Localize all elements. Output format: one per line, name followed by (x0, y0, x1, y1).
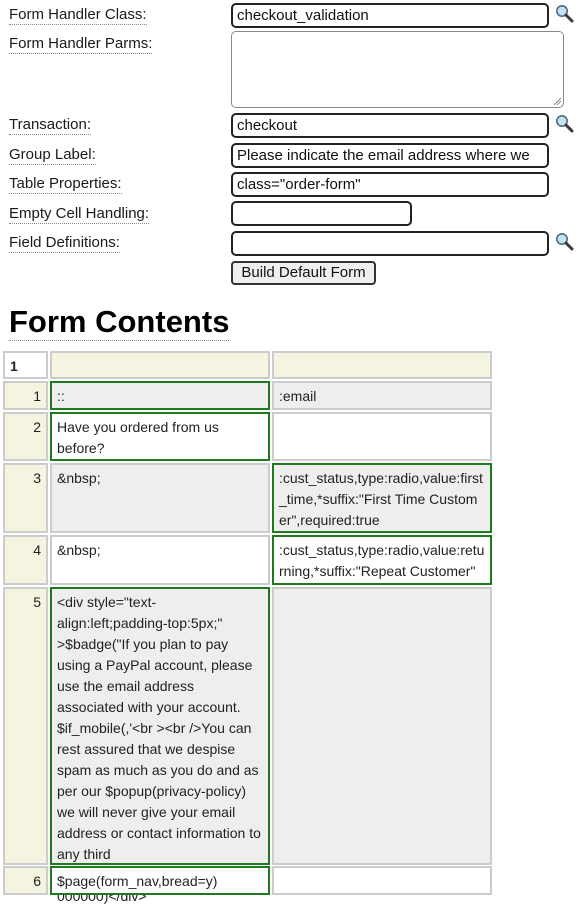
column-header-2[interactable] (272, 351, 492, 379)
row-number: 2 (3, 412, 48, 461)
field-definitions-input[interactable] (231, 231, 549, 256)
table-properties-label: Table Properties: (9, 175, 122, 194)
transaction-label: Transaction: (9, 116, 91, 135)
magnifier-icon[interactable] (555, 114, 574, 133)
table-cell[interactable]: <div style="text-align:left;padding-top:… (50, 587, 270, 904)
build-default-form-button[interactable]: Build Default Form (231, 261, 376, 285)
transaction-input[interactable]: checkout (231, 113, 549, 138)
field-definitions-label: Field Definitions: (9, 234, 120, 253)
empty-cell-handling-input[interactable] (231, 201, 412, 226)
table-cell[interactable]: Have you ordered from us before? (50, 412, 270, 461)
resize-grip-icon[interactable] (553, 97, 561, 105)
table-cell[interactable]: $page(form_nav,bread=y) (50, 866, 270, 895)
group-label-input[interactable]: Please indicate the email address where … (231, 143, 549, 168)
table-cell[interactable]: &nbsp; (50, 463, 270, 533)
column-header-1[interactable] (50, 351, 270, 379)
group-label-label: Group Label: (9, 146, 96, 165)
table-cell[interactable]: &nbsp; (50, 535, 270, 585)
form-handler-class-input[interactable]: checkout_validation (231, 3, 549, 28)
form-handler-parms-label: Form Handler Parms: (9, 35, 153, 54)
empty-cell-handling-label: Empty Cell Handling: (9, 205, 150, 224)
row-number: 6 (3, 866, 48, 895)
form-handler-parms-textarea[interactable] (231, 31, 564, 108)
row-number: 1 (3, 381, 48, 410)
table-cell[interactable] (272, 412, 492, 461)
magnifier-icon[interactable] (555, 232, 574, 251)
table-cell[interactable]: :email (272, 381, 492, 410)
table-cell[interactable]: :: (50, 381, 270, 410)
table-cell[interactable] (272, 587, 492, 865)
row-number: 5 (3, 587, 48, 865)
table-cell[interactable] (272, 866, 492, 895)
magnifier-icon[interactable] (555, 4, 574, 23)
table-cell[interactable]: :cust_status,type:radio,value:returning,… (272, 535, 492, 585)
row-number: 3 (3, 463, 48, 533)
table-corner-cell[interactable]: 1 (3, 351, 48, 379)
form-contents-heading: Form Contents (9, 304, 230, 341)
row-number: 4 (3, 535, 48, 585)
form-handler-class-label: Form Handler Class: (9, 6, 147, 25)
table-properties-input[interactable]: class="order-form" (231, 172, 549, 197)
table-cell[interactable]: :cust_status,type:radio,value:first_time… (272, 463, 492, 533)
